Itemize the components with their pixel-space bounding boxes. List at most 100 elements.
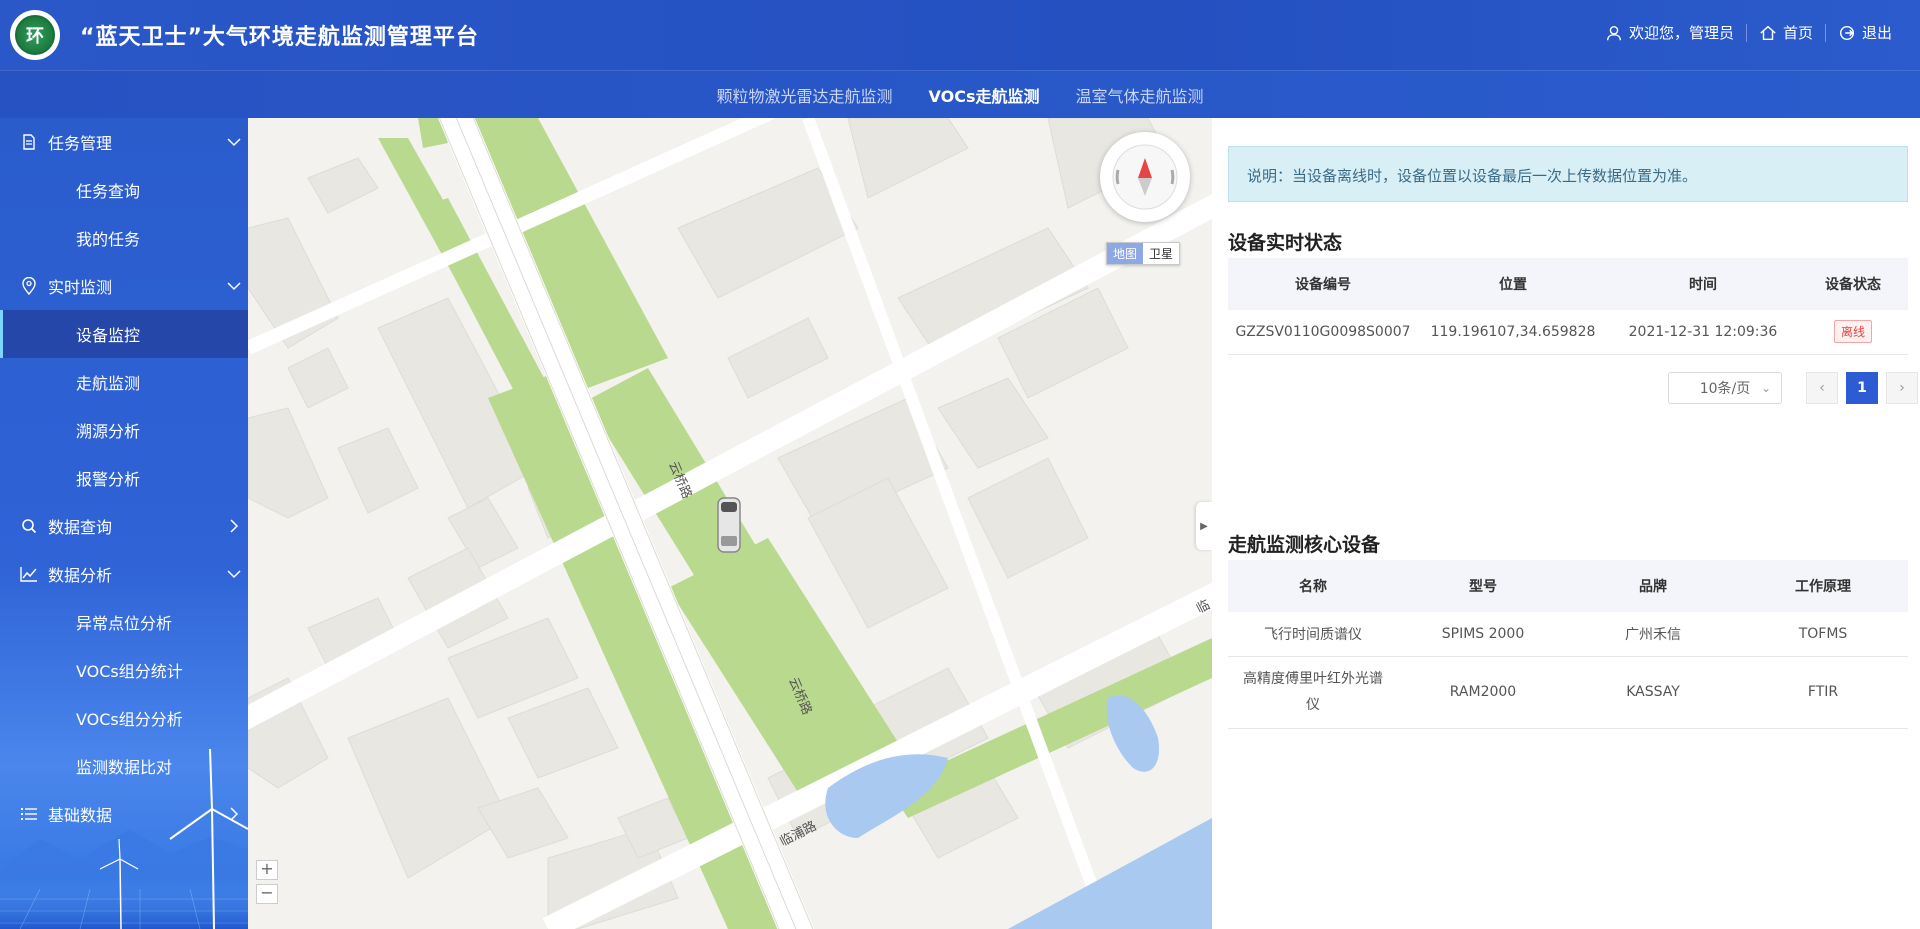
page-size-value: 10条/页: [1699, 381, 1751, 397]
zoom-in-button[interactable]: +: [256, 860, 278, 880]
home-link[interactable]: 首页: [1747, 22, 1825, 43]
principle-cell: FTIR: [1738, 656, 1908, 729]
logo-emblem: 环: [26, 26, 44, 47]
menu-data-analysis[interactable]: 数据分析: [0, 550, 248, 598]
table-header-row: 设备编号 位置 时间 设备状态: [1228, 258, 1908, 310]
page-size-select[interactable]: 10条/页 ⌄: [1668, 372, 1782, 404]
sidebar-item-alarm-analysis[interactable]: 报警分析: [0, 454, 248, 502]
core-devices-table: 名称 型号 品牌 工作原理 飞行时间质谱仪 SPIMS 2000 广州禾信 TO…: [1228, 560, 1908, 729]
position-cell: 119.196107,34.659828: [1418, 310, 1608, 355]
next-page-button[interactable]: ›: [1886, 372, 1918, 404]
home-label: 首页: [1782, 24, 1813, 42]
column-header: 型号: [1398, 560, 1568, 612]
prev-page-button[interactable]: ‹: [1806, 372, 1838, 404]
time-cell: 2021-12-31 12:09:36: [1608, 310, 1798, 355]
chevron-down-icon: [227, 138, 241, 147]
column-header: 品牌: [1568, 560, 1738, 612]
logout-button[interactable]: 退出: [1826, 22, 1904, 43]
chevron-right-icon: ▶: [1200, 520, 1208, 532]
column-header: 位置: [1418, 258, 1608, 310]
notice-banner: 说明：当设备离线时，设备位置以设备最后一次上传数据位置为准。: [1228, 146, 1908, 202]
table-row[interactable]: GZZSV0110G0098S0007 119.196107,34.659828…: [1228, 310, 1908, 355]
tab-particulate-lidar[interactable]: 颗粒物激光雷达走航监测: [716, 83, 892, 107]
list-icon: [20, 805, 38, 823]
map-type-switch: 地图 卫星: [1106, 242, 1181, 265]
status-cell: 离线: [1798, 310, 1908, 355]
zoom-out-button[interactable]: −: [256, 884, 278, 904]
sidebar-item-task-query[interactable]: 任务查询: [0, 166, 248, 214]
header-actions: 欢迎您，管理员 首页 退出: [1593, 22, 1904, 43]
model-cell: RAM2000: [1398, 656, 1568, 729]
map-type-satellite-button[interactable]: 卫星: [1143, 243, 1179, 264]
chevron-down-icon: [227, 282, 241, 291]
brand-cell: KASSAY: [1568, 656, 1738, 729]
logout-icon: [1839, 25, 1855, 40]
table-header-row: 名称 型号 品牌 工作原理: [1228, 560, 1908, 612]
column-header: 时间: [1608, 258, 1798, 310]
panel-collapse-handle[interactable]: ▶: [1196, 502, 1212, 550]
menu-realtime-monitoring[interactable]: 实时监测: [0, 262, 248, 310]
menu-group-label: 数据查询: [48, 518, 113, 537]
chart-line-icon: [20, 565, 38, 583]
vehicle-marker[interactable]: [716, 496, 742, 554]
device-status-table: 设备编号 位置 时间 设备状态 GZZSV0110G0098S0007 119.…: [1228, 258, 1908, 355]
chevron-right-icon: [230, 807, 239, 821]
pagination: 10条/页 ⌄ ‹ 1 ›: [1668, 372, 1920, 404]
sidebar-item-vocs-analysis[interactable]: VOCs组分分析: [0, 694, 248, 742]
column-header: 设备状态: [1798, 258, 1908, 310]
tab-greenhouse-gas[interactable]: 温室气体走航监测: [1075, 83, 1203, 107]
sidebar-item-anomaly-analysis[interactable]: 异常点位分析: [0, 598, 248, 646]
right-panel: 说明：当设备离线时，设备位置以设备最后一次上传数据位置为准。 设备实时状态 设备…: [1212, 118, 1920, 929]
status-section-title: 设备实时状态: [1228, 228, 1908, 261]
app-logo: 环: [10, 10, 60, 60]
page-number-button[interactable]: 1: [1846, 372, 1878, 404]
column-header: 名称: [1228, 560, 1398, 612]
menu-group-label: 数据分析: [48, 566, 113, 585]
column-header: 工作原理: [1738, 560, 1908, 612]
column-header: 设备编号: [1228, 258, 1418, 310]
menu-group-label: 实时监测: [48, 278, 113, 297]
map-type-map-button[interactable]: 地图: [1107, 243, 1144, 264]
map-compass[interactable]: [1100, 132, 1190, 222]
document-icon: [20, 133, 38, 151]
home-icon: [1760, 25, 1776, 40]
device-id-cell: GZZSV0110G0098S0007: [1228, 310, 1418, 355]
chevron-right-icon: [230, 519, 239, 533]
device-name-cell: 高精度傅里叶红外光谱仪: [1228, 656, 1398, 729]
map-view[interactable]: 云桥路 云桥路 临浦路 临 地图 卫星 + − ▶: [248, 118, 1212, 929]
tab-vocs[interactable]: VOCs走航监测: [929, 83, 1040, 107]
chevron-down-icon: ⌄: [1760, 381, 1771, 395]
compass-icon: [1112, 144, 1178, 210]
menu-data-query[interactable]: 数据查询: [0, 502, 248, 550]
sidebar: 任务管理 任务查询 我的任务 实时监测 设备监控 走航监测 溯源分析 报警分析 …: [0, 118, 248, 929]
device-name-cell: 飞行时间质谱仪: [1228, 612, 1398, 657]
chevron-down-icon: [227, 570, 241, 579]
search-icon: [20, 517, 38, 535]
logout-label: 退出: [1861, 24, 1892, 42]
sidebar-item-my-tasks[interactable]: 我的任务: [0, 214, 248, 262]
table-row: 飞行时间质谱仪 SPIMS 2000 广州禾信 TOFMS: [1228, 612, 1908, 657]
module-tabs: 颗粒物激光雷达走航监测 VOCs走航监测 温室气体走航监测: [0, 70, 1920, 118]
sidebar-item-device-monitoring[interactable]: 设备监控: [0, 310, 248, 358]
zoom-controls: + −: [256, 860, 278, 904]
menu-group-label: 基础数据: [48, 806, 113, 825]
model-cell: SPIMS 2000: [1398, 612, 1568, 657]
app-header: 环 “蓝天卫士”大气环境走航监测管理平台 欢迎您，管理员 首页 退出: [0, 0, 1920, 70]
brand-cell: 广州禾信: [1568, 612, 1738, 657]
core-devices-section-title: 走航监测核心设备: [1228, 530, 1908, 563]
principle-cell: TOFMS: [1738, 612, 1908, 657]
menu-task-management[interactable]: 任务管理: [0, 118, 248, 166]
menu-group-label: 任务管理: [48, 134, 113, 153]
app-title: “蓝天卫士”大气环境走航监测管理平台: [80, 25, 479, 50]
table-row: 高精度傅里叶红外光谱仪 RAM2000 KASSAY FTIR: [1228, 656, 1908, 729]
sidebar-item-source-tracing[interactable]: 溯源分析: [0, 406, 248, 454]
location-pin-icon: [20, 277, 38, 295]
menu-basic-data[interactable]: 基础数据: [0, 790, 248, 838]
sidebar-item-data-comparison[interactable]: 监测数据比对: [0, 742, 248, 790]
sidebar-item-vocs-statistics[interactable]: VOCs组分统计: [0, 646, 248, 694]
user-icon: [1606, 25, 1621, 40]
welcome-text: 欢迎您，管理员: [1628, 24, 1734, 42]
sidebar-item-navigation-monitoring[interactable]: 走航监测: [0, 358, 248, 406]
user-welcome[interactable]: 欢迎您，管理员: [1593, 22, 1746, 43]
status-badge: 离线: [1833, 320, 1872, 344]
